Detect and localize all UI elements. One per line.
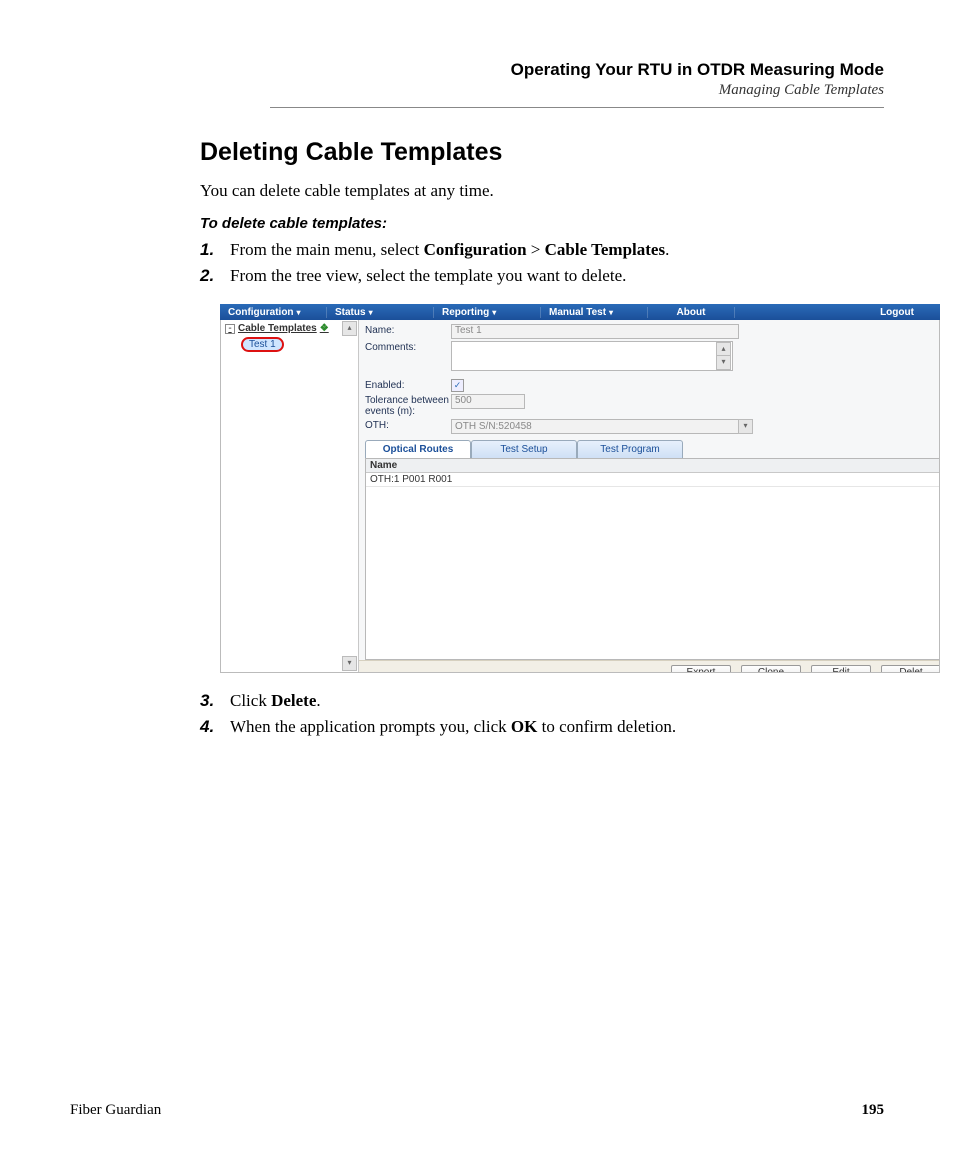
step-text: From the tree view, select the template …: [230, 266, 626, 285]
step-text: When the application prompts you, click: [230, 717, 511, 736]
tab-optical-routes[interactable]: Optical Routes: [365, 440, 471, 458]
dropdown-arrow-icon: ▾: [492, 308, 496, 317]
step-2: 2. From the tree view, select the templa…: [200, 266, 884, 286]
intro-paragraph: You can delete cable templates at any ti…: [200, 181, 884, 201]
menu-configuration[interactable]: Configuration▾: [220, 307, 327, 318]
step-bold: Cable Templates: [545, 240, 665, 259]
step-1: 1. From the main menu, select Configurat…: [200, 240, 884, 260]
step-text: .: [316, 691, 320, 710]
procedure-heading: To delete cable templates:: [200, 215, 884, 232]
menu-reporting[interactable]: Reporting▾: [434, 307, 541, 318]
step-text: to confirm deletion.: [537, 717, 676, 736]
routes-grid: Name OTH:1 P001 R001: [365, 458, 939, 660]
scroll-down-button[interactable]: ▾: [716, 355, 731, 370]
tolerance-label: Tolerance between events (m):: [365, 394, 451, 417]
header-rule: [270, 107, 884, 108]
step-bold: OK: [511, 717, 537, 736]
comments-label: Comments:: [365, 341, 451, 353]
enabled-checkbox[interactable]: ✓: [451, 379, 464, 392]
menu-logout[interactable]: Logout: [854, 307, 940, 318]
page-footer: Fiber Guardian 195: [70, 1102, 884, 1119]
form-panel: Name: Test 1 Comments: ▴ ▾ Enabled: ✓ To…: [359, 320, 939, 672]
tree-panel: ▴ - Cable Templates ❖ Test 1 ▾: [221, 320, 359, 672]
step-bold: Configuration: [424, 240, 527, 259]
step-bold: Delete: [271, 691, 316, 710]
template-icon: ❖: [320, 323, 329, 334]
tree-child-item[interactable]: Test 1: [241, 337, 284, 352]
dropdown-button[interactable]: ▾: [738, 419, 753, 434]
oth-select[interactable]: OTH S/N:520458: [451, 419, 739, 434]
step-number: 4.: [200, 717, 230, 737]
chapter-title: Operating Your RTU in OTDR Measuring Mod…: [270, 60, 884, 80]
dropdown-arrow-icon: ▾: [609, 308, 613, 317]
section-subtitle: Managing Cable Templates: [270, 82, 884, 99]
edit-button[interactable]: Edit: [811, 665, 871, 672]
grid-header: Name: [366, 459, 939, 473]
step-number: 3.: [200, 691, 230, 711]
step-text: From the main menu, select: [230, 240, 424, 259]
menu-manual-test[interactable]: Manual Test▾: [541, 307, 648, 318]
step-text: >: [527, 240, 545, 259]
comments-textarea[interactable]: ▴ ▾: [451, 341, 733, 371]
product-name: Fiber Guardian: [70, 1102, 161, 1119]
clone-button[interactable]: Clone: [741, 665, 801, 672]
step-text: .: [665, 240, 669, 259]
collapse-icon: -: [225, 324, 235, 334]
step-4: 4. When the application prompts you, cli…: [200, 717, 884, 737]
page-number: 195: [862, 1102, 885, 1119]
button-row: Export Clone Edit Delet: [359, 660, 939, 672]
step-text: Click: [230, 691, 271, 710]
menu-about[interactable]: About: [648, 307, 735, 318]
oth-label: OTH:: [365, 419, 451, 431]
menu-status[interactable]: Status▾: [327, 307, 434, 318]
step-number: 1.: [200, 240, 230, 260]
menu-bar: Configuration▾ Status▾ Reporting▾ Manual…: [220, 304, 940, 320]
enabled-label: Enabled:: [365, 379, 451, 391]
scroll-up-button[interactable]: ▴: [342, 321, 357, 336]
delete-button[interactable]: Delet: [881, 665, 939, 672]
step-3: 3. Click Delete.: [200, 691, 884, 711]
embedded-screenshot: Configuration▾ Status▾ Reporting▾ Manual…: [220, 304, 940, 673]
tolerance-input[interactable]: 500: [451, 394, 525, 409]
tab-test-program[interactable]: Test Program: [577, 440, 683, 458]
name-input[interactable]: Test 1: [451, 324, 739, 339]
name-label: Name:: [365, 324, 451, 336]
tab-strip: Optical Routes Test Setup Test Program: [365, 440, 933, 458]
scroll-down-button[interactable]: ▾: [342, 656, 357, 671]
tree-root-item[interactable]: - Cable Templates ❖: [225, 323, 354, 334]
oth-value: OTH S/N:520458: [455, 421, 532, 432]
export-button[interactable]: Export: [671, 665, 731, 672]
grid-row[interactable]: OTH:1 P001 R001: [366, 473, 939, 487]
step-number: 2.: [200, 266, 230, 286]
dropdown-arrow-icon: ▾: [369, 308, 373, 317]
tab-test-setup[interactable]: Test Setup: [471, 440, 577, 458]
dropdown-arrow-icon: ▾: [297, 308, 301, 317]
section-title: Deleting Cable Templates: [200, 138, 884, 167]
tree-root-label: Cable Templates: [238, 323, 317, 334]
